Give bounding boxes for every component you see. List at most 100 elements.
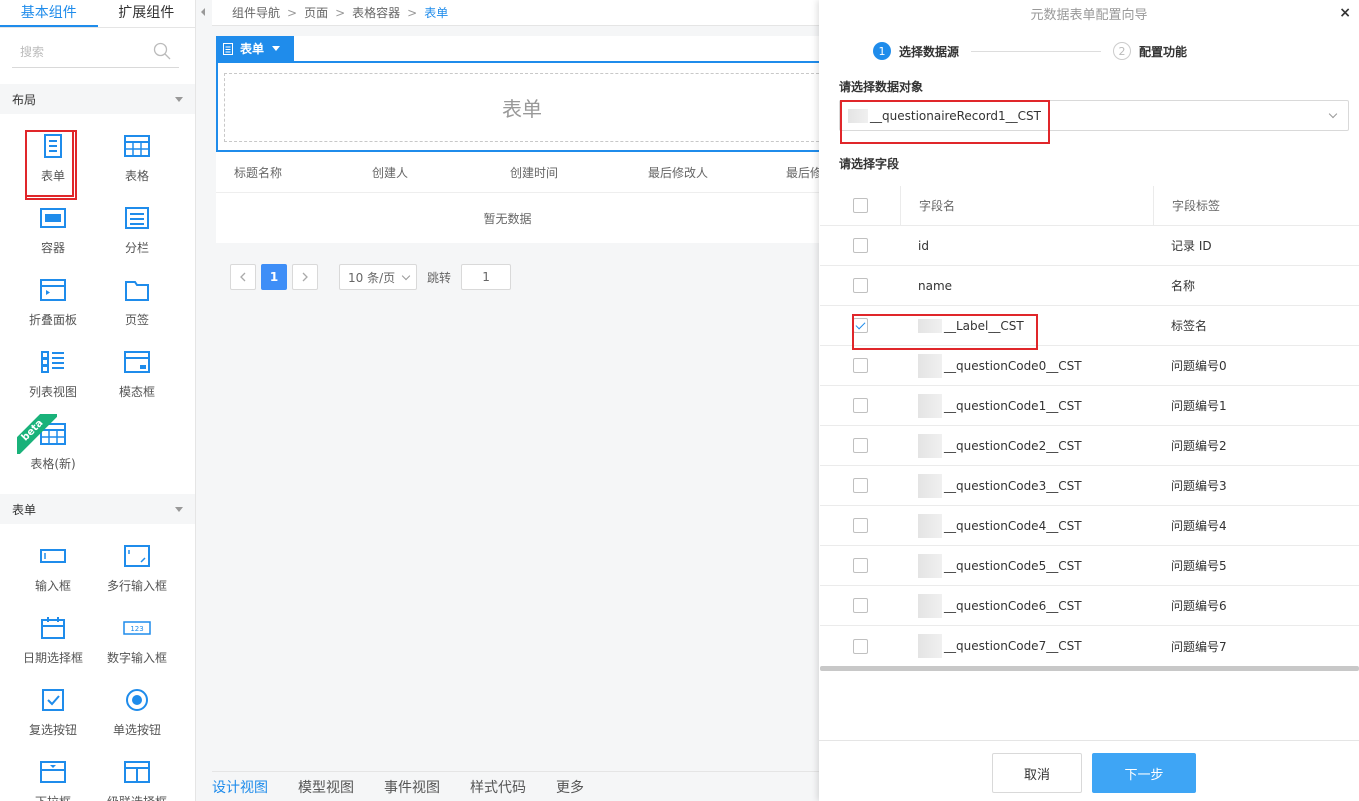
table-row[interactable]: __questionCode3__CST 问题编号3 [820,466,1359,506]
component-cascader[interactable]: 级联选择框 [95,754,179,801]
jump-page-input[interactable]: 1 [461,264,512,290]
prev-page-button[interactable] [230,264,256,290]
field-name: __questionCode2__CST [944,438,1082,453]
data-object-select[interactable]: __questionaireRecord1__CST [839,100,1349,131]
step-label: 选择数据源 [899,44,960,59]
component-label: 输入框 [34,579,71,593]
component-label: 表单 [40,169,65,183]
breadcrumb-item[interactable]: 表格容器 [352,4,400,21]
list-view-icon [41,351,64,373]
component-radio[interactable]: 单选按钮 [95,682,179,754]
row-checkbox[interactable] [852,478,868,493]
section-form[interactable]: 表单 [0,494,195,524]
row-checkbox[interactable] [852,358,868,373]
component-dropdown[interactable]: 下拉框 [11,754,95,801]
component-table-new[interactable]: beta 表格(新) [11,414,95,488]
row-checkbox[interactable] [852,398,868,413]
row-checkbox[interactable] [852,598,868,613]
component-tabs[interactable]: 页签 [95,272,179,344]
tab-more[interactable]: 更多 [556,777,599,797]
component-textarea[interactable]: 多行输入框 [95,538,179,610]
table-row[interactable]: __questionCode7__CST 问题编号7 [820,626,1359,666]
component-checkbox[interactable]: 复选按钮 [11,682,95,754]
section-layout[interactable]: 布局 [0,84,195,114]
tab-model-view[interactable]: 模型视图 [298,777,369,797]
component-date-picker[interactable]: 日期选择框 [11,610,95,682]
field-name: __questionCode7__CST [944,639,1082,653]
row-checkbox[interactable] [852,438,868,453]
columns-icon [125,207,149,229]
page-size-select[interactable]: 10 条/页 [339,264,417,290]
component-columns[interactable]: 分栏 [95,200,179,272]
tab-style-code[interactable]: 样式代码 [470,777,541,797]
tab-extended-components[interactable]: 扩展组件 [98,0,196,27]
form-drop-zone[interactable]: 表单 [216,61,819,152]
horizontal-scrollbar[interactable] [820,666,1359,671]
component-number-input[interactable]: 123 数字输入框 [95,610,179,682]
chevron-down-icon [401,271,411,281]
page-number-button[interactable]: 1 [261,264,287,290]
number-input-icon: 123 [123,621,151,635]
row-checkbox[interactable] [852,518,868,533]
next-page-button[interactable] [292,264,318,290]
component-label: 多行输入框 [106,579,167,593]
close-icon[interactable]: × [1339,5,1351,21]
chevron-right-icon: > [335,5,346,20]
form-placeholder: 表单 [224,73,819,142]
tab-basic-components[interactable]: 基本组件 [0,0,98,27]
table-row[interactable]: __questionCode5__CST 问题编号5 [820,546,1359,586]
row-checkbox[interactable] [852,238,868,253]
table-header-cell: 最后修改人 [648,166,709,180]
table-row[interactable]: __questionCode0__CST 问题编号0 [820,346,1359,386]
container-icon [40,208,66,228]
table-row[interactable]: __Label__CST 标签名 [820,306,1359,346]
breadcrumb-item[interactable]: 组件导航 [232,4,280,21]
radio-icon [126,689,148,711]
table-row[interactable]: name 名称 [820,266,1359,306]
page-size-value: 10 条/页 [348,270,396,285]
component-input[interactable]: 输入框 [11,538,95,610]
component-label: 容器 [40,241,65,255]
field-label: 问题编号1 [1171,399,1227,413]
field-name: __questionCode0__CST [944,358,1082,373]
form-selection-tag[interactable]: 表单 [216,36,294,61]
select-all-checkbox[interactable] [852,198,868,213]
table-row[interactable]: __questionCode4__CST 问题编号4 [820,506,1359,546]
table-header-cell: 标题名称 [234,166,283,180]
row-checkbox-checked[interactable] [852,318,868,333]
field-name: __questionCode4__CST [944,518,1082,533]
row-checkbox[interactable] [852,278,868,293]
cancel-button[interactable]: 取消 [992,753,1082,793]
component-modal[interactable]: 模态框 [95,344,179,416]
search-icon[interactable] [153,42,171,60]
table-row[interactable]: __questionCode2__CST 问题编号2 [820,426,1359,466]
component-container[interactable]: 容器 [11,200,95,272]
chevron-down-icon [1328,109,1338,119]
dropdown-icon [40,761,66,783]
panel-collapse-toggle[interactable] [196,0,212,801]
table-row[interactable]: id 记录 ID [820,226,1359,266]
redacted-text [918,634,942,658]
row-checkbox[interactable] [852,558,868,573]
component-table[interactable]: 表格 [95,128,179,200]
component-list-view[interactable]: 列表视图 [11,344,95,416]
next-step-button[interactable]: 下一步 [1092,753,1196,793]
table-row[interactable]: __questionCode1__CST 问题编号1 [820,386,1359,426]
field-label: 记录 ID [1171,239,1212,253]
search-input[interactable] [12,38,142,66]
breadcrumb-item[interactable]: 页面 [304,4,328,21]
breadcrumb-current[interactable]: 表单 [424,4,448,21]
caret-down-icon[interactable] [272,46,281,51]
input-icon [40,549,66,563]
component-label: 列表视图 [28,385,77,399]
redacted-text [918,513,942,538]
field-label: 标签名 [1171,319,1208,333]
tab-design-view[interactable]: 设计视图 [212,777,283,797]
component-collapse-panel[interactable]: 折叠面板 [11,272,95,344]
row-checkbox[interactable] [852,638,868,654]
form-icon [44,134,62,158]
pagination: 1 10 条/页 跳转 1 [230,264,512,290]
component-form[interactable]: 表单 [11,128,95,200]
table-row[interactable]: __questionCode6__CST 问题编号6 [820,586,1359,626]
tab-event-view[interactable]: 事件视图 [384,777,455,797]
